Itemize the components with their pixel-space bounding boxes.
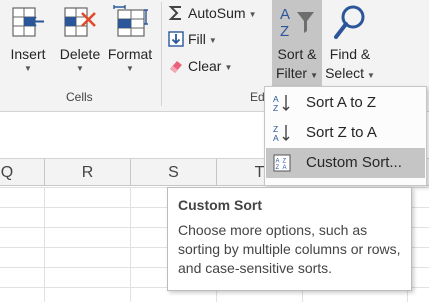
excel-window: Insert ▼ Delete ▼ Format ▼ Cells AutoSum… bbox=[0, 0, 429, 302]
clear-label: Clear bbox=[188, 58, 222, 74]
magnifier-icon bbox=[334, 5, 365, 39]
eraser-icon bbox=[168, 58, 184, 74]
sort-filter-label-line1: Sort & bbox=[277, 46, 317, 62]
gridline bbox=[130, 187, 131, 302]
column-header-q[interactable]: Q bbox=[0, 159, 45, 186]
menu-item-custom-sort[interactable]: A Z Z A Custom Sort... bbox=[266, 148, 425, 178]
sort-filter-button[interactable]: A Z Sort & Filter ▼ bbox=[272, 0, 322, 86]
delete-button[interactable]: Delete ▼ bbox=[55, 0, 105, 86]
find-select-label-line2: Select bbox=[325, 65, 364, 81]
autosum-label: AutoSum bbox=[188, 5, 246, 21]
fill-down-icon bbox=[168, 31, 184, 47]
chevron-down-icon: ▼ bbox=[224, 63, 233, 72]
sort-filter-label-line2: Filter bbox=[275, 65, 308, 81]
sort-a-to-z-label: Sort A to Z bbox=[306, 94, 377, 111]
chevron-down-icon: ▼ bbox=[367, 71, 375, 80]
menu-item-sort-z-to-a[interactable]: Z A Sort Z to A bbox=[266, 118, 425, 148]
custom-sort-icon: A Z Z A bbox=[273, 154, 291, 172]
svg-text:A: A bbox=[276, 159, 280, 165]
column-header-s[interactable]: S bbox=[131, 159, 217, 186]
tooltip-title: Custom Sort bbox=[178, 197, 262, 213]
autosum-button[interactable]: AutoSum ▼ bbox=[168, 2, 257, 24]
svg-text:A: A bbox=[283, 165, 287, 171]
format-cells-icon bbox=[113, 5, 148, 37]
insert-button[interactable]: Insert ▼ bbox=[4, 0, 52, 86]
chevron-down-icon: ▼ bbox=[248, 10, 257, 19]
chevron-down-icon: ▼ bbox=[208, 36, 217, 45]
custom-sort-tooltip: Custom Sort Choose more options, such as… bbox=[167, 187, 412, 291]
cells-group-label: Cells bbox=[66, 90, 93, 104]
delete-cells-icon bbox=[64, 7, 96, 37]
chevron-down-icon: ▼ bbox=[24, 64, 32, 73]
svg-text:Z: Z bbox=[276, 165, 280, 171]
svg-text:A: A bbox=[273, 133, 279, 142]
sort-filter-menu: A Z Sort A to Z Z A Sort Z to A A Z Z A … bbox=[264, 86, 427, 186]
clear-button[interactable]: Clear ▼ bbox=[168, 55, 232, 77]
sort-z-to-a-label: Sort Z to A bbox=[306, 124, 377, 141]
sort-ascending-icon: A Z bbox=[273, 94, 290, 112]
svg-text:A: A bbox=[280, 6, 290, 23]
column-header-r[interactable]: R bbox=[45, 159, 131, 186]
chevron-down-icon: ▼ bbox=[310, 71, 319, 80]
find-select-button[interactable]: Find & Select ▼ bbox=[324, 0, 376, 86]
find-select-label-line1: Find & bbox=[329, 46, 371, 62]
tooltip-body: Choose more options, such as sorting by … bbox=[178, 222, 401, 276]
menu-item-sort-a-to-z[interactable]: A Z Sort A to Z bbox=[266, 88, 425, 118]
sigma-icon bbox=[168, 5, 184, 21]
insert-cells-icon bbox=[12, 7, 44, 37]
fill-label: Fill bbox=[188, 31, 206, 47]
chevron-down-icon: ▼ bbox=[76, 64, 84, 73]
sort-descending-icon: Z A bbox=[273, 124, 290, 142]
fill-button[interactable]: Fill ▼ bbox=[168, 28, 217, 50]
delete-label: Delete bbox=[59, 46, 101, 62]
sort-filter-icon: A Z bbox=[280, 6, 314, 40]
svg-text:Z: Z bbox=[283, 159, 287, 165]
svg-text:Z: Z bbox=[280, 23, 289, 40]
group-separator bbox=[161, 2, 162, 106]
custom-sort-label: Custom Sort... bbox=[306, 154, 402, 171]
gridline bbox=[44, 187, 45, 302]
chevron-down-icon: ▼ bbox=[126, 64, 134, 73]
editing-group-label: Ed bbox=[250, 90, 265, 104]
format-label: Format bbox=[107, 46, 153, 62]
svg-text:Z: Z bbox=[273, 103, 278, 112]
insert-label: Insert bbox=[10, 46, 46, 62]
format-button[interactable]: Format ▼ bbox=[104, 0, 156, 86]
